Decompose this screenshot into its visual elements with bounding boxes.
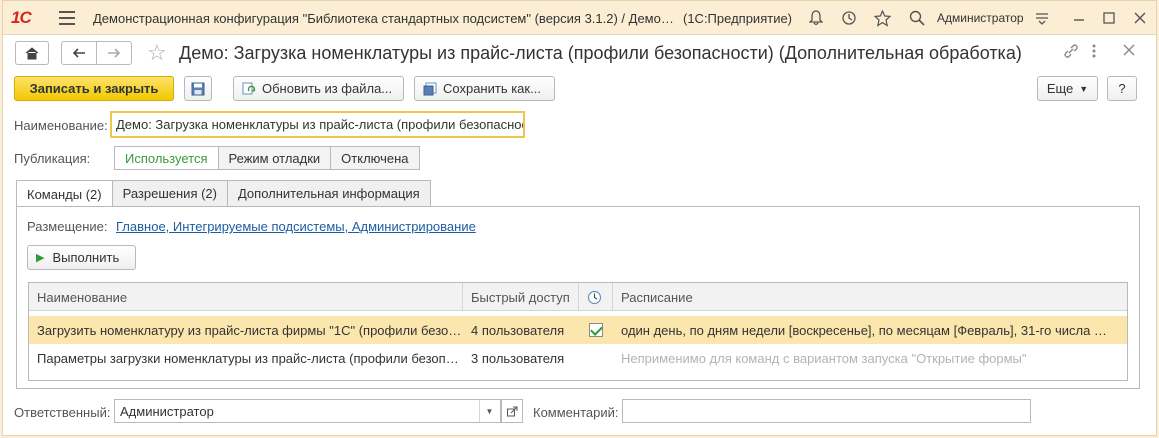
responsible-open-button[interactable] (501, 399, 523, 423)
form-title: Демо: Загрузка номенклатуры из прайс-лис… (179, 43, 1022, 63)
update-from-file-button[interactable]: Обновить из файла... (233, 76, 404, 101)
update-from-file-label: Обновить из файла... (262, 81, 393, 96)
search-icon[interactable] (908, 9, 926, 27)
row-quick-access[interactable]: 4 пользователя (463, 316, 579, 344)
history-icon[interactable] (840, 9, 858, 27)
save-button[interactable] (184, 76, 212, 101)
save-as-label: Сохранить как... (443, 81, 541, 96)
more-button[interactable]: Еще ▼ (1037, 76, 1098, 101)
more-label: Еще (1046, 81, 1074, 96)
open-icon (506, 406, 517, 416)
home-button[interactable] (15, 41, 49, 65)
minimize-icon[interactable] (1070, 9, 1088, 27)
row-scheduled-empty (579, 344, 613, 372)
app-logo: 1С (11, 8, 32, 27)
row-quick-access[interactable]: 3 пользователя (463, 344, 579, 372)
responsible-dropdown-icon[interactable]: ▼ (479, 400, 499, 422)
comment-label: Комментарий: (533, 405, 619, 420)
column-name[interactable]: Наименование (29, 283, 463, 311)
close-window-icon[interactable] (1131, 9, 1149, 27)
row-name: Загрузить номенклатуру из прайс-листа фи… (37, 322, 462, 338)
responsible-input[interactable]: Администратор (114, 399, 501, 423)
column-schedule[interactable]: Расписание (613, 283, 1129, 311)
table-row[interactable]: Параметры загрузки номенклатуры из прайс… (29, 344, 1127, 372)
publication-option-debug[interactable]: Режим отладки (217, 146, 332, 170)
favorite-star-icon[interactable]: ☆ (147, 40, 167, 66)
publication-label: Публикация: (14, 151, 91, 166)
back-button[interactable] (61, 41, 97, 65)
play-icon: ▶ (36, 252, 45, 264)
tab-permissions[interactable]: Разрешения (2) (111, 180, 228, 206)
tab-additional-info[interactable]: Дополнительная информация (226, 180, 431, 206)
save-and-close-button[interactable]: Записать и закрыть (14, 76, 174, 101)
placement-link[interactable]: Главное, Интегрируемые подсистемы, Админ… (116, 219, 476, 234)
current-user[interactable]: Администратор (937, 11, 1024, 25)
app-name: (1С:Предприятие) (683, 11, 793, 26)
commands-panel: Размещение: Главное, Интегрируемые подси… (16, 206, 1140, 389)
save-as-icon (423, 82, 437, 95)
forward-button[interactable] (96, 41, 132, 65)
name-input[interactable]: Демо: Загрузка номенклатуры из прайс-лис… (110, 111, 525, 138)
row-name: Параметры загрузки номенклатуры из прайс… (37, 350, 459, 366)
responsible-value: Администратор (120, 403, 214, 419)
column-quick-access[interactable]: Быстрый доступ (463, 283, 579, 311)
update-file-icon (242, 82, 256, 94)
column-schedule-flag[interactable] (579, 283, 613, 311)
settings-menu-icon[interactable] (1033, 9, 1051, 27)
title-bar: 1С Демонстрационная конфигурация "Библио… (3, 1, 1156, 35)
publication-option-disabled[interactable]: Отключена (330, 146, 420, 170)
table-header: Наименование Быстрый доступ Расписание (29, 283, 1127, 311)
commands-table: Наименование Быстрый доступ Расписание З… (28, 282, 1128, 381)
placement-label: Размещение: (27, 219, 108, 234)
arrow-left-icon (72, 48, 85, 58)
row-scheduled-checkbox[interactable] (579, 316, 613, 344)
run-label: Выполнить (52, 250, 120, 265)
run-button[interactable]: ▶ Выполнить (27, 245, 136, 270)
link-icon[interactable] (1063, 43, 1079, 64)
close-form-icon[interactable] (1123, 43, 1135, 61)
tab-bar: Команды (2) Разрешения (2) Дополнительна… (16, 180, 431, 207)
name-label: Наименование: (14, 118, 108, 133)
favorites-star-icon[interactable] (873, 9, 891, 27)
more-vertical-icon[interactable] (1091, 43, 1097, 64)
main-window: 1С Демонстрационная конфигурация "Библио… (2, 0, 1157, 436)
help-button[interactable]: ? (1107, 76, 1137, 101)
checkmark-icon (589, 323, 603, 337)
responsible-label: Ответственный: (14, 405, 111, 420)
maximize-icon[interactable] (1100, 9, 1118, 27)
publication-toggle: Используется Режим отладки Отключена (114, 146, 420, 170)
row-schedule[interactable]: один день, по дням недели [воскресенье],… (613, 316, 1125, 344)
chevron-down-icon: ▼ (1079, 83, 1089, 94)
home-icon (25, 46, 39, 59)
save-as-button[interactable]: Сохранить как... (414, 76, 555, 101)
tab-commands[interactable]: Команды (2) (16, 180, 113, 207)
publication-option-used[interactable]: Используется (114, 146, 219, 170)
bell-icon[interactable] (807, 9, 825, 27)
row-schedule: Неприменимо для команд с вариантом запус… (621, 350, 1027, 366)
comment-input[interactable] (622, 399, 1031, 423)
menu-icon[interactable] (59, 11, 75, 25)
arrow-right-icon (108, 48, 121, 58)
table-row[interactable]: Загрузить номенклатуру из прайс-листа фи… (29, 316, 1127, 344)
clock-icon (587, 290, 602, 304)
floppy-disk-icon (191, 82, 205, 95)
window-title: Демонстрационная конфигурация "Библиотек… (93, 11, 674, 26)
